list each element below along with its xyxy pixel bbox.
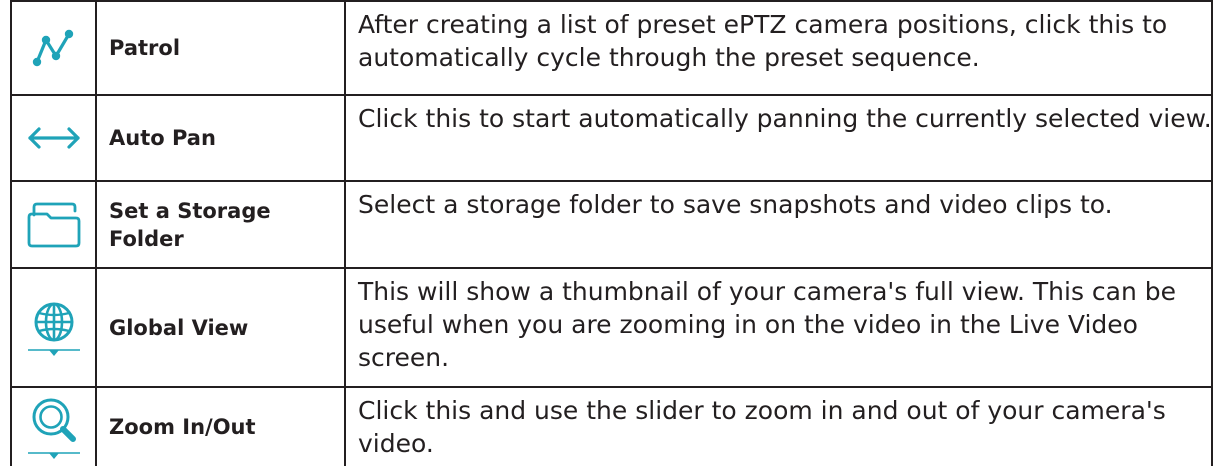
feature-description: Click this to start automatically pannin… xyxy=(358,104,1212,133)
feature-name: Auto Pan xyxy=(109,126,216,150)
feature-name: Patrol xyxy=(109,36,181,60)
feature-name: Set a Storage Folder xyxy=(109,198,271,251)
table-row: Zoom In/Out Click this and use the slide… xyxy=(0,388,1215,466)
folder-icon xyxy=(12,182,95,267)
feature-description: Select a storage folder to save snapshot… xyxy=(358,190,1113,219)
feature-table: Patrol After creating a list of preset e… xyxy=(0,0,1215,466)
feature-name: Zoom In/Out xyxy=(109,415,256,439)
table-row: Global View This will show a thumbnail o… xyxy=(0,269,1215,386)
feature-description: Click this and use the slider to zoom in… xyxy=(358,396,1166,458)
zoom-icon xyxy=(12,388,95,466)
table-row: Set a Storage Folder Select a storage fo… xyxy=(0,182,1215,267)
feature-name: Global View xyxy=(109,315,249,340)
table-row: Patrol After creating a list of preset e… xyxy=(0,2,1215,94)
patrol-icon xyxy=(12,2,95,94)
feature-description: This will show a thumbnail of your camer… xyxy=(358,277,1177,372)
table-row: Auto Pan Click this to start automatical… xyxy=(0,96,1215,180)
auto-pan-icon xyxy=(12,96,95,180)
feature-description: After creating a list of preset ePTZ cam… xyxy=(358,10,1168,72)
globe-icon xyxy=(12,269,95,386)
